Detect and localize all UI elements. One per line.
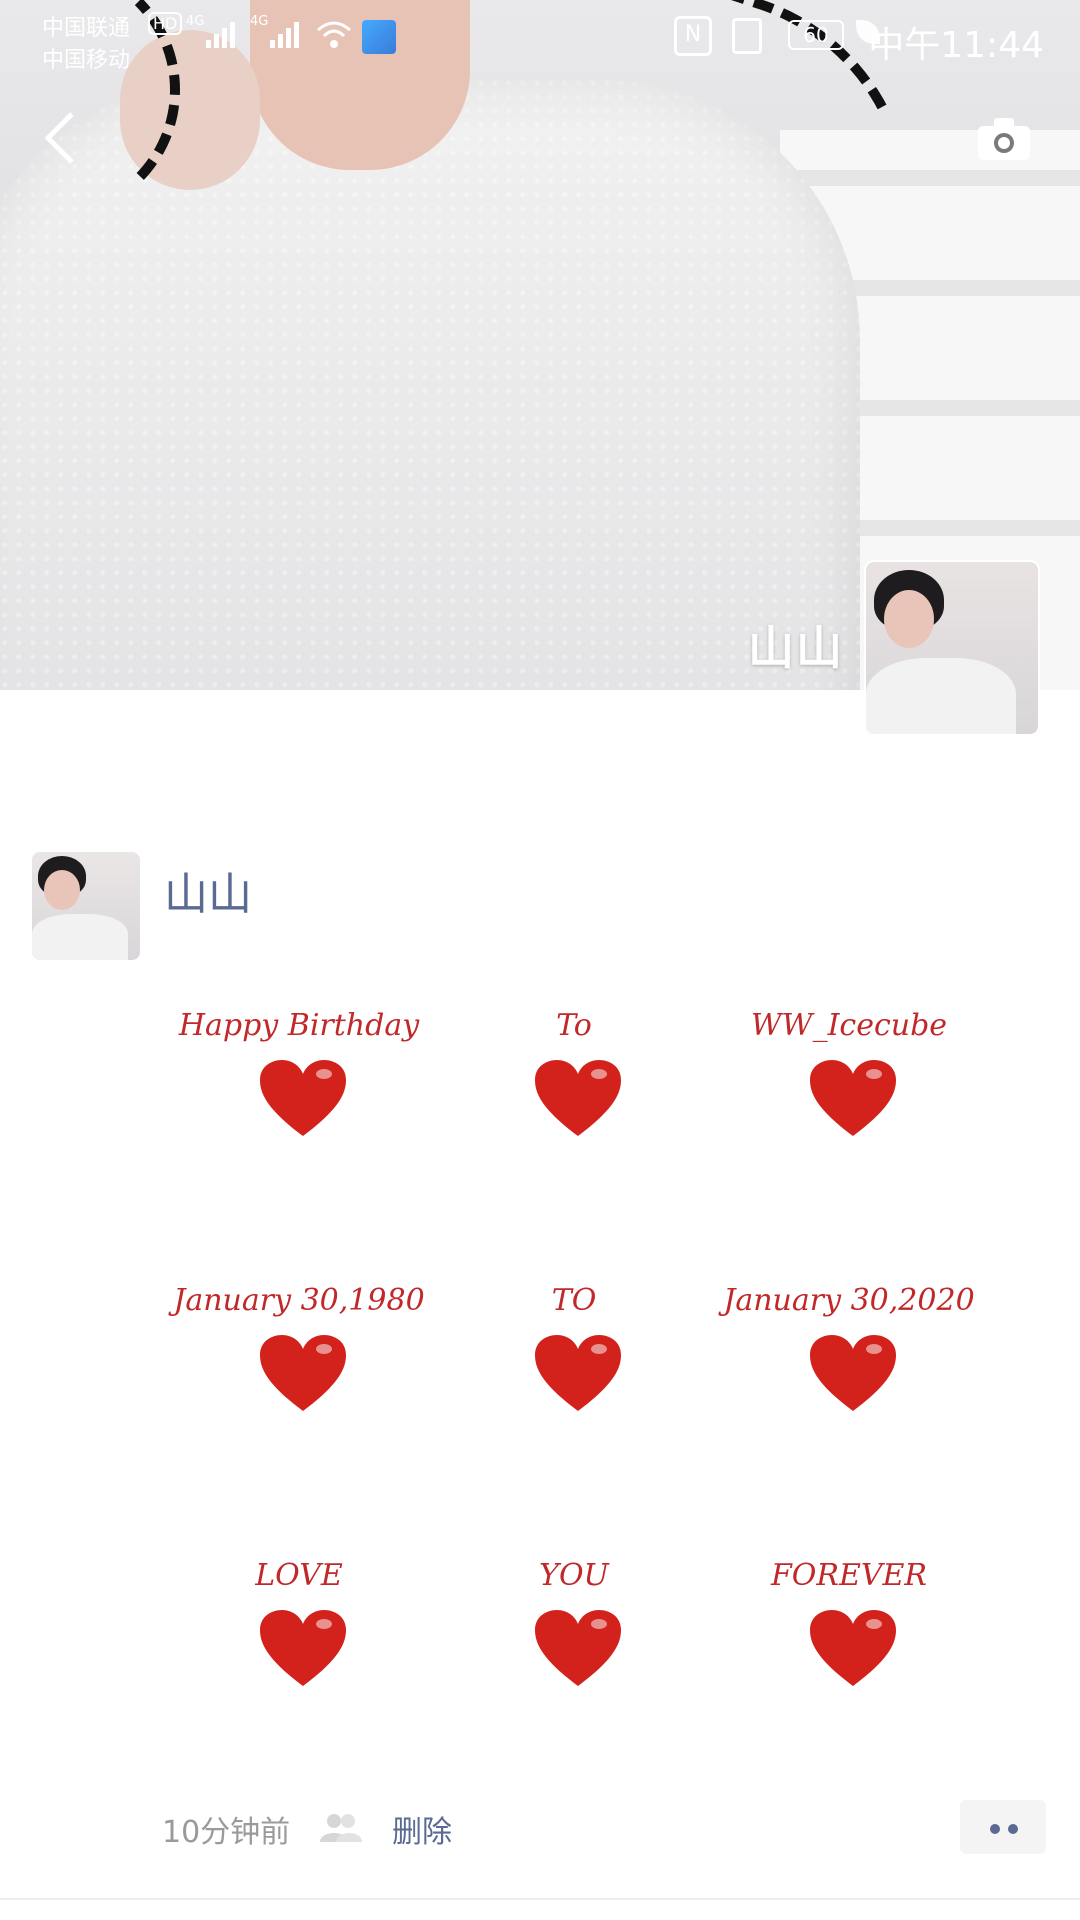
post-time: 10分钟前 [162, 1815, 291, 1850]
nfc-icon: N [674, 16, 712, 56]
heart-icon [810, 1060, 896, 1136]
vibrate-icon [732, 18, 762, 54]
wifi-icon [317, 21, 351, 48]
heart-icon [260, 1060, 346, 1136]
post-author-avatar[interactable] [32, 852, 140, 960]
delete-button[interactable]: 删除 [392, 1807, 452, 1851]
card-text: LOVE [255, 1558, 343, 1593]
people-icon[interactable] [318, 1812, 364, 1842]
post-author-name[interactable]: 山山 [164, 858, 252, 922]
cover-username: 山山 [748, 621, 844, 675]
app-notification-icon [362, 20, 396, 54]
signal-icon [206, 22, 235, 48]
card-cell[interactable]: Happy Birthday [164, 992, 434, 1172]
status-time: 中午11:44 [868, 25, 1044, 66]
card-text: YOU [539, 1558, 609, 1593]
card-cell[interactable]: WW_Icecube [714, 992, 984, 1172]
network-type-1: 4G [186, 14, 205, 29]
heart-icon [535, 1060, 621, 1136]
card-text: To [556, 1008, 592, 1043]
network-type-2: 4G [250, 14, 269, 29]
card-text: FOREVER [770, 1558, 928, 1593]
status-bar: 中国联通 HD 中国移动 4G 4G N 60 中午11:44 [0, 0, 1080, 80]
carrier-2: 中国移动 [42, 48, 131, 73]
card-text: January 30,1980 [173, 1283, 425, 1318]
card-cell[interactable]: YOU [439, 1542, 709, 1722]
card-cell[interactable]: FOREVER [714, 1542, 984, 1722]
hd-badge: HD [148, 12, 183, 35]
camera-icon[interactable] [976, 116, 1032, 162]
card-cell[interactable]: LOVE [164, 1542, 434, 1722]
card-text: TO [551, 1283, 597, 1318]
heart-icon [535, 1610, 621, 1686]
card-cell[interactable]: January 30,2020 [714, 1267, 984, 1447]
heart-icon [810, 1610, 896, 1686]
battery-icon: 60 [788, 20, 844, 50]
heart-icon [260, 1610, 346, 1686]
card-text: WW_Icecube [750, 1008, 948, 1043]
heart-icon [535, 1335, 621, 1411]
card-cell[interactable]: January 30,1980 [164, 1267, 434, 1447]
post-image-grid[interactable]: Happy Birthday To WW_Icecube January 30,… [164, 992, 984, 1722]
card-text: Happy Birthday [178, 1008, 420, 1043]
signal-icon [270, 22, 299, 48]
carrier-1: 中国联通 [42, 16, 131, 41]
divider [0, 1898, 1080, 1900]
card-cell[interactable]: TO [439, 1267, 709, 1447]
chevron-left-icon[interactable] [38, 108, 86, 168]
card-cell[interactable]: To [439, 992, 709, 1172]
heart-icon [260, 1335, 346, 1411]
heart-icon [810, 1335, 896, 1411]
cover-avatar[interactable] [864, 560, 1040, 736]
more-dots-icon[interactable] [960, 1800, 1046, 1854]
card-text: January 30,2020 [723, 1283, 975, 1318]
